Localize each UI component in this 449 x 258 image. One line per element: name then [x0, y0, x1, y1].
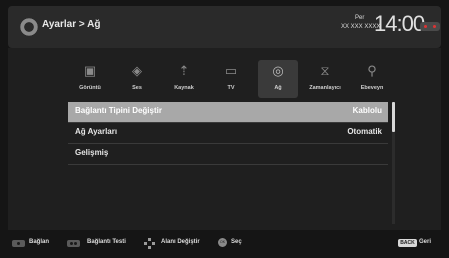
clock: 14:00 [374, 11, 425, 36]
settings-list: Bağlantı Tipini Değiştir Kablolu Ağ Ayar… [68, 102, 388, 165]
menu-item-network-settings[interactable]: Ağ Ayarları Otomatik [68, 123, 388, 144]
menu-item-value: Otomatik [347, 127, 382, 136]
footer-hints: Bağlan Bağlantı Testi Alanı Değiştir OK … [0, 235, 449, 255]
menu-item-label: Ağ Ayarları [75, 127, 118, 136]
dpad-icon [144, 238, 155, 249]
menu-item-label: Bağlantı Tipini Değiştir [75, 106, 162, 115]
tab-zamanlayici[interactable]: ⧖ Zamanlayıcı [305, 60, 345, 98]
settings-gear-icon [18, 16, 40, 38]
category-tabs: ▣ Görüntü ◈ Ses ⇡ Kaynak ▭ TV ◎ Ağ ⧖ Zam… [70, 60, 400, 98]
hint-select: Seç [231, 239, 242, 245]
scrollbar-thumb[interactable] [392, 102, 395, 132]
tab-ag[interactable]: ◎ Ağ [258, 60, 298, 98]
menu-item-connection-type[interactable]: Bağlantı Tipini Değiştir Kablolu [68, 102, 388, 123]
red-key-icon [12, 240, 25, 247]
day-label: Per [355, 15, 365, 21]
hint-move: Alanı Değiştir [161, 239, 200, 245]
menu-item-label: Gelişmiş [75, 148, 109, 157]
tv-icon: ▭ [224, 63, 238, 78]
nav-arrows-icon [420, 22, 440, 31]
timer-icon: ⧖ [320, 63, 330, 78]
tab-ebeveyn[interactable]: ⚲ Ebeveyn [352, 60, 392, 98]
picture-icon: ▣ [83, 63, 97, 78]
source-icon: ⇡ [178, 63, 190, 78]
ok-button-icon: OK [218, 238, 227, 247]
menu-item-advanced[interactable]: Gelişmiş [68, 144, 388, 165]
tv-settings-screen: Ayarlar > Ağ Per XX XXX XXXX 14:00 ▣ Gör… [0, 0, 449, 258]
double-dot-key-icon [67, 240, 80, 247]
tab-ses[interactable]: ◈ Ses [117, 60, 157, 98]
parental-icon: ⚲ [367, 63, 377, 78]
back-key: BACK [398, 239, 417, 247]
hint-connect: Bağlan [29, 239, 50, 245]
menu-item-value: Kablolu [352, 106, 382, 115]
top-bar: Ayarlar > Ağ Per XX XXX XXXX 14:00 [8, 6, 441, 48]
hint-back: Geri [419, 239, 432, 245]
tab-kaynak[interactable]: ⇡ Kaynak [164, 60, 204, 98]
speaker-icon: ◈ [132, 63, 142, 78]
network-globe-icon: ◎ [272, 63, 284, 78]
tab-tv[interactable]: ▭ TV [211, 60, 251, 98]
tab-label: Ebeveyn [360, 85, 384, 91]
hint-test: Bağlantı Testi [87, 239, 126, 245]
tab-goruntu[interactable]: ▣ Görüntü [70, 60, 110, 98]
breadcrumb: Ayarlar > Ağ [42, 19, 101, 30]
